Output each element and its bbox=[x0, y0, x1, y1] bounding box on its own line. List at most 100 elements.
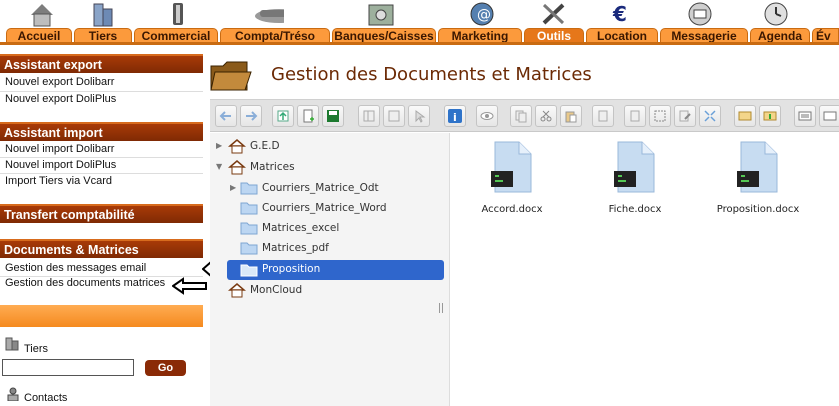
contacts-icon bbox=[5, 387, 21, 402]
tab-commercial[interactable]: Commercial bbox=[134, 28, 218, 43]
back-icon[interactable] bbox=[215, 105, 237, 127]
tools-icon[interactable] bbox=[538, 0, 570, 28]
edit-icon[interactable] bbox=[674, 105, 696, 127]
resize-icon[interactable] bbox=[699, 105, 721, 127]
clock-icon[interactable] bbox=[760, 0, 792, 28]
tiers-search-input[interactable] bbox=[2, 359, 134, 376]
collapse-icon[interactable]: ▼ bbox=[216, 162, 222, 171]
euro-icon[interactable]: € bbox=[605, 0, 637, 28]
tree-item-matrices-pdf[interactable]: Matrices_pdf bbox=[210, 239, 450, 259]
menu-item-document-templates[interactable]: Gestion des documents matrices bbox=[5, 276, 165, 290]
tiers-label: Tiers bbox=[24, 343, 49, 355]
tab-outils[interactable]: Outils bbox=[524, 28, 584, 43]
nav-underline bbox=[0, 42, 839, 45]
menu-item-import-dolibarr[interactable]: Nouvel import Dolibarr bbox=[5, 142, 114, 156]
left-menu: Assistant export Nouvel export Dolibarr … bbox=[0, 52, 203, 406]
tab-marketing[interactable]: Marketing bbox=[438, 28, 522, 43]
mail-icon[interactable] bbox=[684, 0, 716, 28]
tab-location[interactable]: Location bbox=[586, 28, 658, 43]
pointer-icon[interactable] bbox=[408, 105, 430, 127]
tab-messagerie[interactable]: Messagerie bbox=[660, 28, 748, 43]
tree-label: Proposition bbox=[262, 263, 321, 275]
file-toolbar: i bbox=[210, 99, 839, 132]
extract-icon[interactable] bbox=[759, 105, 781, 127]
copy-icon[interactable] bbox=[510, 105, 532, 127]
folder-tree: ▶ G.E.D ▼ Matrices ▶ Courriers_Matrice_O… bbox=[210, 133, 450, 406]
file-fiche[interactable]: Fiche.docx bbox=[590, 139, 680, 219]
upload-icon[interactable] bbox=[272, 105, 294, 127]
menu-item-email-messages[interactable]: Gestion des messages email bbox=[5, 261, 146, 275]
tree-item-courriers-word[interactable]: Courriers_Matrice_Word bbox=[210, 199, 450, 219]
go-button[interactable]: Go bbox=[145, 360, 186, 376]
folder-icon bbox=[209, 58, 253, 97]
file-name: Fiche.docx bbox=[608, 204, 662, 215]
tiers-icon bbox=[5, 337, 21, 351]
preview-eye-icon[interactable] bbox=[476, 105, 498, 127]
menu-item-export-dolibarr[interactable]: Nouvel export Dolibarr bbox=[5, 75, 114, 89]
save-icon[interactable] bbox=[322, 105, 344, 127]
compta-icon[interactable] bbox=[252, 0, 284, 28]
contacts-label[interactable]: Contacts bbox=[24, 391, 67, 405]
home-folder-icon bbox=[227, 282, 247, 301]
list-view-icon[interactable] bbox=[794, 105, 816, 127]
disk-icon[interactable] bbox=[383, 105, 405, 127]
archive-icon[interactable] bbox=[734, 105, 756, 127]
folder-icon bbox=[240, 181, 258, 198]
file-proposition[interactable]: Proposition.docx bbox=[713, 139, 803, 219]
tab-agenda[interactable]: Agenda bbox=[750, 28, 810, 43]
expand-icon[interactable]: ▶ bbox=[216, 141, 222, 150]
info-icon[interactable]: i bbox=[444, 105, 466, 127]
tree-label: MonCloud bbox=[250, 284, 303, 296]
bank-icon[interactable] bbox=[365, 0, 397, 28]
tree-label: Matrices_excel bbox=[262, 222, 340, 234]
expand-icon[interactable]: ▶ bbox=[230, 183, 236, 192]
menu-header-export: Assistant export bbox=[0, 54, 203, 73]
menu-header-import: Assistant import bbox=[0, 122, 203, 141]
icon-view-icon[interactable] bbox=[819, 105, 839, 127]
tree-item-matrices-excel[interactable]: Matrices_excel bbox=[210, 219, 450, 239]
document-icon bbox=[614, 141, 655, 193]
file-pane: Accord.docx Fiche.docx Proposition.docx bbox=[451, 133, 839, 406]
splitter-handle[interactable] bbox=[439, 303, 443, 313]
menu-item-export-doliplus[interactable]: Nouvel export DoliPlus bbox=[5, 92, 116, 106]
tree-label: Courriers_Matrice_Odt bbox=[262, 182, 379, 194]
menu-item-import-vcard[interactable]: Import Tiers via Vcard bbox=[5, 174, 112, 188]
tree-item-moncloud[interactable]: MonCloud bbox=[210, 281, 450, 301]
tree-label: Courriers_Matrice_Word bbox=[262, 202, 387, 214]
menu-header-transfer[interactable]: Transfert comptabilité bbox=[0, 204, 203, 223]
forward-icon[interactable] bbox=[240, 105, 262, 127]
new-page-icon[interactable] bbox=[624, 105, 646, 127]
file-name: Proposition.docx bbox=[716, 204, 800, 215]
new-file-icon[interactable] bbox=[297, 105, 319, 127]
open-folder-icon bbox=[240, 263, 258, 280]
menu-item-import-doliplus[interactable]: Nouvel import DoliPlus bbox=[5, 158, 116, 172]
selection-highlight bbox=[227, 260, 444, 280]
buildings-icon[interactable] bbox=[87, 0, 119, 28]
tree-label: Matrices bbox=[250, 161, 295, 173]
tab-tiers[interactable]: Tiers bbox=[74, 28, 132, 43]
svg-text:@: @ bbox=[477, 7, 491, 23]
tab-banques-caisses[interactable]: Banques/Caisses bbox=[332, 28, 436, 43]
tab-compta-treso[interactable]: Compta/Tréso bbox=[220, 28, 330, 43]
top-navigation: @ € Accueil Tiers Commercial Compta/Trés… bbox=[0, 0, 839, 45]
home-icon[interactable] bbox=[26, 0, 58, 28]
copy-doc-icon[interactable] bbox=[358, 105, 380, 127]
menu-header-docs: Documents & Matrices bbox=[0, 239, 203, 258]
select-icon[interactable] bbox=[649, 105, 671, 127]
tab-accueil[interactable]: Accueil bbox=[6, 28, 72, 43]
cut-icon[interactable] bbox=[535, 105, 557, 127]
svg-text:i: i bbox=[453, 111, 457, 124]
tree-item-matrices[interactable]: ▼ Matrices bbox=[210, 158, 450, 178]
svg-text:€: € bbox=[612, 2, 627, 26]
document-icon bbox=[491, 141, 532, 193]
marketing-icon[interactable]: @ bbox=[466, 0, 498, 28]
tree-item-proposition[interactable]: Proposition bbox=[210, 260, 450, 280]
duplicate-icon[interactable] bbox=[592, 105, 614, 127]
tab-ev[interactable]: Év bbox=[812, 28, 839, 43]
tree-item-courriers-odt[interactable]: ▶ Courriers_Matrice_Odt bbox=[210, 179, 450, 199]
paste-icon[interactable] bbox=[560, 105, 582, 127]
tree-label: Matrices_pdf bbox=[262, 242, 329, 254]
file-accord[interactable]: Accord.docx bbox=[467, 139, 557, 219]
tree-item-ged[interactable]: ▶ G.E.D bbox=[210, 137, 450, 157]
commercial-icon[interactable] bbox=[162, 0, 194, 28]
